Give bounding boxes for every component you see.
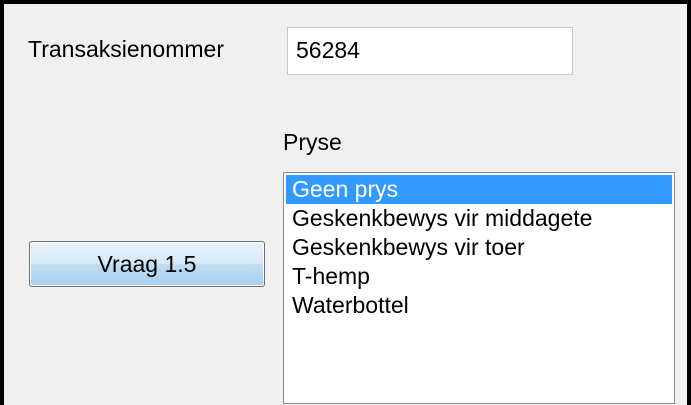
list-item[interactable]: Geskenkbewys vir middagete <box>286 204 672 233</box>
prizes-listbox[interactable]: Geen prys Geskenkbewys vir middagete Ges… <box>283 172 675 404</box>
list-item[interactable]: Geskenkbewys vir toer <box>286 233 672 262</box>
form-window: Transaksienommer 56284 Pryse Vraag 1.5 G… <box>0 0 691 405</box>
question-1-5-button[interactable]: Vraag 1.5 <box>29 241 265 287</box>
list-item[interactable]: T-hemp <box>286 262 672 291</box>
list-item[interactable]: Geen prys <box>286 175 672 204</box>
list-item[interactable]: Waterbottel <box>286 291 672 320</box>
transaction-number-label: Transaksienommer <box>28 36 224 62</box>
question-1-5-button-label: Vraag 1.5 <box>97 250 197 277</box>
prizes-label: Pryse <box>283 129 342 155</box>
transaction-number-input[interactable]: 56284 <box>287 27 573 75</box>
